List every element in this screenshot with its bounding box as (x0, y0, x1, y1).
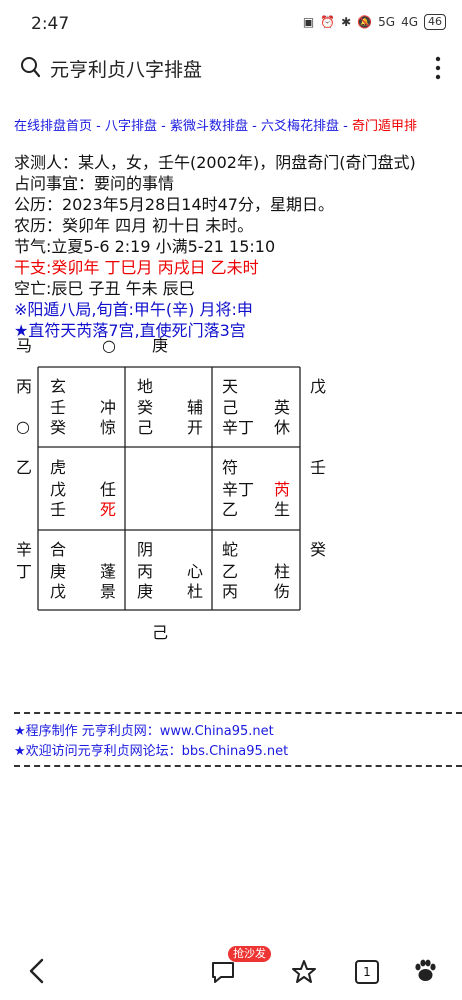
cell-r1c2-stem2: 己 (137, 418, 154, 437)
nfc-icon: ▣ (302, 15, 315, 29)
cell-r3c3-star: 柱 (274, 562, 291, 581)
footer-credit[interactable]: ★程序制作 元亨利贞网：www.China95.net (14, 722, 288, 742)
nav-link-qimen[interactable]: 奇门遁甲排 (352, 119, 417, 134)
chart-info: 求测人：某人，女，壬午(2002年)，阴盘奇门(奇门盘式) 占问事宜：要问的事情… (14, 152, 416, 341)
divider-bottom (14, 765, 462, 767)
cell-r1c3-stem: 己 (222, 398, 239, 417)
info-solar-terms: 节气:立夏5-6 2:19 小满5-21 15:10 (14, 237, 276, 256)
cell-r3c1-god: 合 (50, 540, 67, 559)
right-label-3: 癸 (310, 540, 327, 559)
signal-5g-icon: 5G (378, 15, 396, 29)
cell-r3c1-stem: 庚 (50, 562, 67, 581)
footer: ★程序制作 元亨利贞网：www.China95.net ★欢迎访问元亨利贞网论坛… (14, 722, 288, 762)
cell-r1c2-door: 开 (187, 418, 204, 437)
top-label-geng: 庚 (152, 336, 169, 355)
left-label-4: 辛 (16, 540, 33, 559)
cell-r1c2-stem: 癸 (137, 398, 154, 417)
site-nav: 在线排盘首页 - 八字排盘 - 紫微斗数排盘 - 六爻梅花排盘 - 奇门遁甲排 (14, 119, 417, 134)
cell-r3c2-door: 杜 (187, 582, 204, 601)
cell-r1c1-stem2: 癸 (50, 418, 67, 437)
cell-r1c3-star: 英 (274, 398, 291, 417)
cell-r3c2-stem2: 庚 (137, 582, 154, 601)
back-icon[interactable] (28, 958, 46, 984)
status-bar: 2:47 ▣ ⏰ ✱ 🔕 5G 4G 46 (0, 0, 462, 50)
info-solar-date: 公历：2023年5月28日14时47分，星期日。 (14, 195, 334, 214)
search-icon[interactable] (20, 56, 40, 78)
cell-r2c3-door: 生 (274, 500, 291, 519)
bottom-toolbar: 抢沙发 1 (0, 940, 462, 1000)
nav-link-home[interactable]: 在线排盘首页 (14, 119, 92, 134)
cell-r3c3-god: 蛇 (222, 540, 239, 559)
signal-4g-icon: 4G (401, 15, 418, 29)
info-lunar-date: 农历：癸卯年 四月 初十日 未时。 (14, 216, 254, 235)
cell-r2c3-star: 芮 (274, 480, 291, 499)
info-question: 占问事宜：要问的事情 (14, 174, 175, 193)
cell-r3c3-stem: 乙 (222, 562, 239, 581)
cell-r1c2-god: 地 (137, 377, 154, 396)
more-menu-icon[interactable] (434, 56, 442, 80)
cell-r2c3-god: 符 (222, 458, 239, 477)
nav-link-ziwei[interactable]: 紫微斗数排盘 (170, 119, 248, 134)
bottom-label: 己 (152, 623, 169, 642)
alarm-icon: ⏰ (320, 15, 336, 29)
left-label-1: 丙 (16, 377, 33, 396)
right-label-2: 壬 (310, 458, 327, 477)
comment-badge[interactable]: 抢沙发 (228, 946, 271, 962)
cell-r3c3-door: 伤 (274, 582, 291, 601)
cell-r2c1-god: 虎 (50, 458, 67, 477)
paw-icon[interactable] (412, 958, 438, 984)
info-kongwang: 空亡:辰巳 子丑 午未 辰巳 (14, 279, 195, 298)
cell-r2c1-door: 死 (100, 500, 117, 519)
right-label-1: 戊 (310, 377, 327, 396)
top-label-circle: ○ (102, 336, 116, 355)
left-label-3: 乙 (16, 458, 33, 477)
info-dun: ※阳遁八局,旬首:甲午(辛) 月将:申 (14, 300, 253, 319)
cell-r1c1-star: 冲 (100, 398, 117, 417)
top-label-horse: 马 (16, 336, 33, 355)
cell-r2c1-stem: 戊 (50, 480, 67, 499)
cell-r1c3-door: 休 (274, 418, 291, 437)
status-icons: ▣ ⏰ ✱ 🔕 5G 4G 46 (303, 14, 446, 30)
cell-r1c2-star: 辅 (187, 398, 204, 417)
nav-link-bazi[interactable]: 八字排盘 (105, 119, 157, 134)
cell-r3c1-stem2: 戊 (50, 582, 67, 601)
cell-r2c1-star: 任 (100, 480, 117, 499)
cell-r3c2-star: 心 (187, 562, 204, 581)
cell-r1c1-stem: 壬 (50, 398, 67, 417)
info-querent: 求测人：某人，女，壬午(2002年)，阴盘奇门(奇门盘式) (14, 153, 416, 172)
cell-r3c2-stem: 丙 (137, 562, 154, 581)
cell-r3c1-star: 蓬 (100, 562, 117, 581)
left-label-2: ○ (16, 417, 30, 436)
page-title[interactable]: 元亨利贞八字排盘 (50, 55, 202, 82)
cell-r1c1-door: 惊 (100, 418, 117, 437)
tabs-icon[interactable]: 1 (355, 960, 379, 984)
nav-link-liuyao[interactable]: 六爻梅花排盘 (261, 119, 339, 134)
footer-forum[interactable]: ★欢迎访问元亨利贞网论坛：bbs.China95.net (14, 742, 288, 762)
cell-r1c3-god: 天 (222, 377, 239, 396)
cell-r1c1-god: 玄 (50, 377, 67, 396)
qimen-chart: 马 ○ 庚 丙 ○ 乙 辛 丁 戊 壬 癸 己 玄 壬 冲 癸 惊 地 癸 辅 … (0, 330, 462, 650)
battery-icon: 46 (424, 14, 446, 30)
cell-r1c3-stem2: 辛丁 (222, 418, 255, 437)
cell-r3c2-god: 阴 (137, 540, 154, 559)
status-time: 2:47 (31, 14, 70, 34)
mute-icon: 🔕 (357, 15, 373, 29)
divider-top (14, 712, 462, 714)
star-icon[interactable] (291, 959, 317, 985)
cell-r3c3-stem2: 丙 (222, 582, 239, 601)
info-ganzhi: 干支:癸卯年 丁巳月 丙戌日 乙未时 (14, 258, 259, 277)
comment-icon[interactable] (210, 960, 236, 984)
cell-r2c3-stem: 辛丁 (222, 480, 255, 499)
left-label-5: 丁 (16, 562, 33, 581)
search-bar[interactable]: 元亨利贞八字排盘 (0, 50, 462, 90)
cell-r2c1-stem2: 壬 (50, 500, 67, 519)
bluetooth-icon: ✱ (341, 15, 352, 29)
cell-r2c3-stem2: 乙 (222, 500, 239, 519)
cell-r3c1-door: 景 (100, 582, 117, 601)
